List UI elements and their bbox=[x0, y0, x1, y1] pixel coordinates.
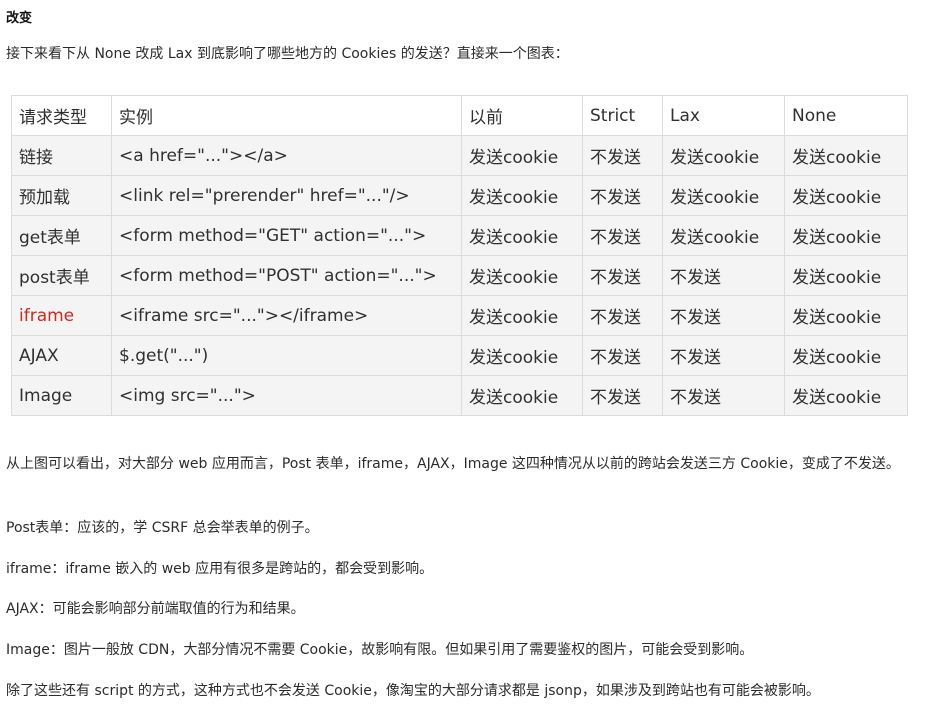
table-cell: get表单 bbox=[11, 215, 112, 256]
table-cell: AJAX bbox=[11, 335, 112, 376]
table-cell: 不发送 bbox=[582, 135, 663, 176]
table-cell: 发送cookie bbox=[461, 135, 583, 176]
table-cell: 不发送 bbox=[582, 375, 663, 416]
table-cell: 不发送 bbox=[662, 335, 785, 376]
table-cell: 不发送 bbox=[582, 255, 663, 296]
header-cell: 以前 bbox=[461, 95, 583, 136]
ajax-paragraph: AJAX：可能会影响部分前端取值的行为和结果。 bbox=[6, 601, 305, 617]
table-cell: 发送cookie bbox=[662, 215, 785, 256]
table-cell: 发送cookie bbox=[461, 175, 583, 216]
table-cell: $.get("...") bbox=[111, 335, 462, 376]
image-paragraph: Image：图片一般放 CDN，大部分情况不需要 Cookie，故影响有限。但如… bbox=[6, 642, 754, 658]
table-cell: 发送cookie bbox=[461, 375, 583, 416]
table-cell: 发送cookie bbox=[662, 175, 785, 216]
table-cell: <link rel="prerender" href="..."/> bbox=[111, 175, 462, 216]
table-cell: 不发送 bbox=[662, 295, 785, 336]
table-cell: post表单 bbox=[11, 255, 112, 296]
header-cell: Lax bbox=[662, 95, 785, 136]
table-cell: 链接 bbox=[11, 135, 112, 176]
table-cell: 发送cookie bbox=[461, 295, 583, 336]
table-cell: <iframe src="..."></iframe> bbox=[111, 295, 462, 336]
table-cell: 发送cookie bbox=[784, 335, 908, 376]
iframe-paragraph: iframe：iframe 嵌入的 web 应用有很多是跨站的，都会受到影响。 bbox=[6, 561, 434, 577]
table-cell: Image bbox=[11, 375, 112, 416]
table-cell: 发送cookie bbox=[784, 215, 908, 256]
table-cell: 发送cookie bbox=[784, 135, 908, 176]
table-cell: 发送cookie bbox=[461, 215, 583, 256]
table-cell: 发送cookie bbox=[784, 375, 908, 416]
table-cell: <img src="..."> bbox=[111, 375, 462, 416]
table-header-row: 请求类型 实例 以前 Strict Lax None bbox=[11, 95, 908, 136]
samesite-comparison-table: 请求类型 实例 以前 Strict Lax None 链接 <a href=".… bbox=[11, 95, 908, 416]
table-row: Image <img src="..."> 发送cookie 不发送 不发送 发… bbox=[11, 375, 908, 416]
table-row: get表单 <form method="GET" action="..."> 发… bbox=[11, 215, 908, 256]
table-cell: <form method="GET" action="..."> bbox=[111, 215, 462, 256]
table-cell: <a href="..."></a> bbox=[111, 135, 462, 176]
table-cell: 发送cookie bbox=[461, 335, 583, 376]
summary-paragraph: 从上图可以看出，对大部分 web 应用而言，Post 表单，iframe，AJA… bbox=[6, 456, 900, 472]
table-cell: <form method="POST" action="..."> bbox=[111, 255, 462, 296]
table-cell: 不发送 bbox=[662, 255, 785, 296]
table-row: 预加载 <link rel="prerender" href="..."/> 发… bbox=[11, 175, 908, 216]
table-cell: 发送cookie bbox=[662, 135, 785, 176]
table-cell-highlighted: iframe bbox=[11, 295, 112, 336]
header-cell: 请求类型 bbox=[11, 95, 112, 136]
intro-paragraph: 接下来看下从 None 改成 Lax 到底影响了哪些地方的 Cookies 的发… bbox=[6, 46, 569, 62]
table-cell: 发送cookie bbox=[784, 255, 908, 296]
script-paragraph: 除了这些还有 script 的方式，这种方式也不会发送 Cookie，像淘宝的大… bbox=[6, 683, 820, 699]
post-form-paragraph: Post表单：应该的，学 CSRF 总会举表单的例子。 bbox=[6, 520, 319, 536]
section-heading: 改变 bbox=[6, 11, 33, 26]
header-cell: None bbox=[784, 95, 908, 136]
table-row: 链接 <a href="..."></a> 发送cookie 不发送 发送coo… bbox=[11, 135, 908, 176]
table-cell: 发送cookie bbox=[784, 175, 908, 216]
table-cell: 不发送 bbox=[662, 375, 785, 416]
table-cell: 不发送 bbox=[582, 215, 663, 256]
header-cell: Strict bbox=[582, 95, 663, 136]
header-cell: 实例 bbox=[111, 95, 462, 136]
table-row: AJAX $.get("...") 发送cookie 不发送 不发送 发送coo… bbox=[11, 335, 908, 376]
table-cell: 预加载 bbox=[11, 175, 112, 216]
table-cell: 不发送 bbox=[582, 295, 663, 336]
table-row: post表单 <form method="POST" action="...">… bbox=[11, 255, 908, 296]
table-row: iframe <iframe src="..."></iframe> 发送coo… bbox=[11, 295, 908, 336]
table-cell: 不发送 bbox=[582, 335, 663, 376]
table-cell: 发送cookie bbox=[461, 255, 583, 296]
table-cell: 发送cookie bbox=[784, 295, 908, 336]
table-cell: 不发送 bbox=[582, 175, 663, 216]
